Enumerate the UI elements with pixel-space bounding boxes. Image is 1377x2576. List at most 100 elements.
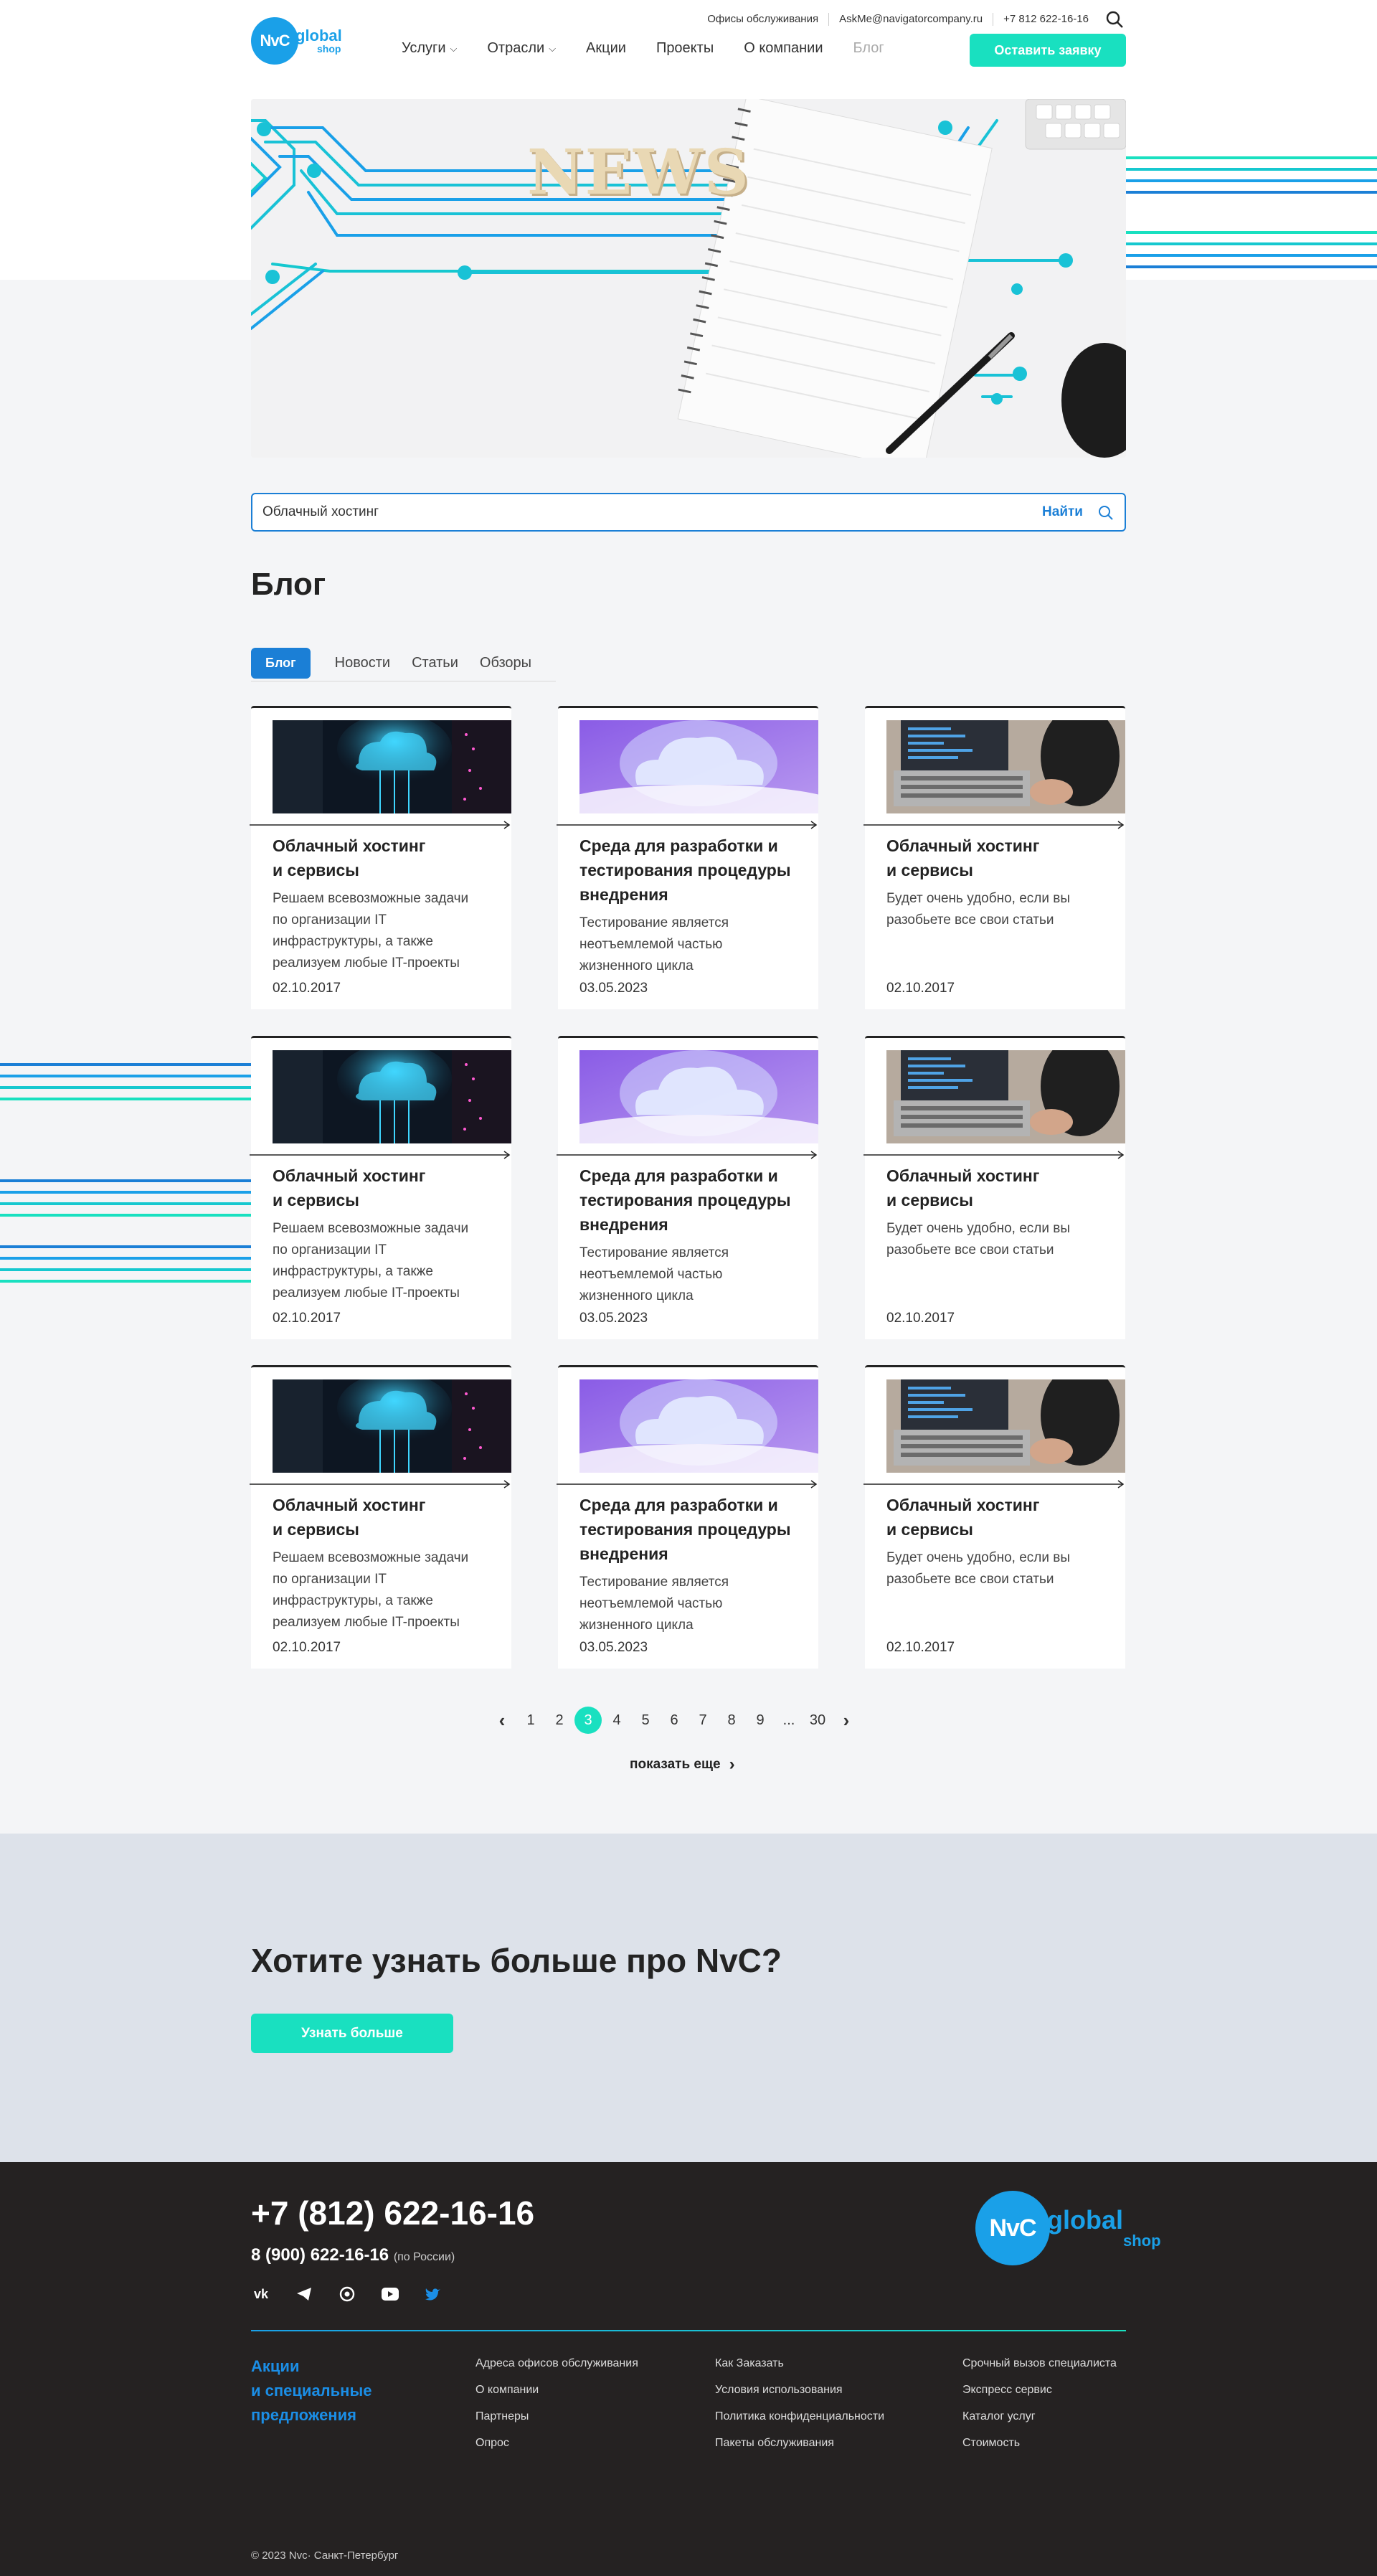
cta-title: Хотите узнать больше про NvC? — [251, 1942, 782, 1979]
header: NvC global shop Офисы обслуживания AskMe… — [251, 0, 1126, 67]
article-title[interactable]: Облачный хостинг и сервисы — [273, 1164, 502, 1212]
article-title[interactable]: Облачный хостинг и сервисы — [886, 1164, 1116, 1212]
article-thumbnail[interactable] — [579, 1050, 818, 1143]
page: NvC global shop Офисы обслуживания AskMe… — [0, 0, 1377, 2576]
footer-phone-russia[interactable]: 8 (900) 622-16-16 (по России) — [251, 2245, 455, 2265]
footer-link[interactable]: Срочный вызов специалиста — [962, 2357, 1117, 2384]
page-9[interactable]: 9 — [746, 1712, 775, 1729]
chevron-right-icon[interactable]: › — [832, 1709, 861, 1732]
tab-blog[interactable]: Блог — [251, 648, 311, 679]
logo-mark: NvC — [251, 17, 298, 65]
footer-link[interactable]: Условия использования — [715, 2384, 884, 2410]
page-30[interactable]: 30 — [803, 1712, 832, 1729]
article-thumbnail[interactable] — [886, 1379, 1125, 1473]
footer-link[interactable]: О компании — [475, 2384, 638, 2410]
tab-news[interactable]: Новости — [335, 655, 390, 671]
page-5[interactable]: 5 — [631, 1712, 660, 1729]
offices-link[interactable]: Офисы обслуживания — [697, 13, 828, 26]
pagination: ‹ 1 2 3 4 5 6 7 8 9 ... 30 › — [488, 1706, 889, 1735]
article-thumbnail[interactable] — [579, 720, 818, 813]
article-description: Будет очень удобно, если вы разобьете все… — [886, 1221, 1071, 1258]
page-3-current[interactable]: 3 — [574, 1707, 602, 1734]
leave-request-button[interactable]: Оставить заявку — [970, 34, 1126, 67]
tab-articles[interactable]: Статьи — [412, 655, 458, 671]
youtube-icon[interactable] — [380, 2284, 400, 2304]
page-4[interactable]: 4 — [602, 1712, 631, 1729]
article-card[interactable]: Облачный хостинг и сервисы Решаем всевозмо… — [250, 1036, 511, 1339]
article-card[interactable]: Облачный хостинг и сервисы Будет очень удо… — [863, 1036, 1125, 1339]
article-title[interactable]: Среда для разработки и тестирования проце… — [579, 1164, 809, 1237]
article-card[interactable]: Облачный хостинг и сервисы Решаем всевозмо… — [250, 706, 511, 1009]
article-title[interactable]: Облачный хостинг и сервисы — [273, 1493, 502, 1542]
search-icon[interactable] — [1097, 504, 1115, 522]
footer-link[interactable]: Стоимость — [962, 2437, 1117, 2463]
footer-link[interactable]: Как Заказать — [715, 2357, 884, 2384]
article-description: Тестирование является неотъемлемой частью… — [579, 1575, 729, 1633]
article-thumbnail[interactable] — [579, 1379, 818, 1473]
footer-promotions-link[interactable]: Акции и специальные предложения — [251, 2354, 394, 2428]
article-card[interactable]: Среда для разработки и тестирования проце… — [557, 1036, 818, 1339]
page-6[interactable]: 6 — [660, 1712, 688, 1729]
nav-services[interactable]: Услуги ⌵ — [402, 40, 457, 57]
footer: +7 (812) 622-16-16 8 (900) 622-16-16 (по… — [0, 2162, 1377, 2576]
article-date: 02.10.2017 — [886, 1640, 955, 1655]
article-card[interactable]: Среда для разработки и тестирования проце… — [557, 1365, 818, 1669]
article-title[interactable]: Облачный хостинг и сервисы — [886, 1493, 1116, 1542]
article-date: 02.10.2017 — [273, 1640, 341, 1655]
twitter-icon[interactable] — [423, 2284, 443, 2304]
article-card[interactable]: Облачный хостинг и сервисы Будет очень удо… — [863, 706, 1125, 1009]
page-2[interactable]: 2 — [545, 1712, 574, 1729]
arrow-right-icon — [557, 1480, 818, 1488]
footer-link[interactable]: Адреса офисов обслуживания — [475, 2357, 638, 2384]
article-title[interactable]: Среда для разработки и тестирования проце… — [579, 834, 809, 907]
arrow-right-icon — [863, 1151, 1125, 1159]
whatsapp-icon[interactable] — [337, 2284, 357, 2304]
footer-link[interactable]: Экспресс сервис — [962, 2384, 1117, 2410]
arrow-right-icon — [250, 1480, 511, 1488]
article-title[interactable]: Облачный хостинг и сервисы — [886, 834, 1116, 882]
social-links: vk — [251, 2284, 466, 2304]
nav-projects[interactable]: Проекты — [656, 40, 714, 57]
learn-more-button[interactable]: Узнать больше — [251, 2014, 453, 2053]
main-nav: Услуги ⌵ Отрасли ⌵ Акции Проекты О компани… — [402, 40, 914, 57]
nav-blog[interactable]: Блог — [853, 40, 884, 57]
article-card[interactable]: Облачный хостинг и сервисы Будет очень удо… — [863, 1365, 1125, 1669]
nav-promotions[interactable]: Акции — [586, 40, 626, 57]
article-thumbnail[interactable] — [273, 1050, 511, 1143]
logo[interactable]: NvC global shop — [251, 17, 342, 65]
page-7[interactable]: 7 — [688, 1712, 717, 1729]
nav-about[interactable]: О компании — [744, 40, 823, 57]
footer-link[interactable]: Политика конфиденциальности — [715, 2410, 884, 2437]
footer-link[interactable]: Пакеты обслуживания — [715, 2437, 884, 2463]
email-link[interactable]: AskMe@navigatorcompany.ru — [828, 13, 993, 26]
article-title[interactable]: Среда для разработки и тестирования проце… — [579, 1493, 809, 1566]
search-submit-button[interactable]: Найти — [1042, 504, 1083, 520]
article-card[interactable]: Облачный хостинг и сервисы Решаем всевозмо… — [250, 1365, 511, 1669]
article-card[interactable]: Среда для разработки и тестирования проце… — [557, 706, 818, 1009]
search-input[interactable] — [262, 503, 980, 522]
article-thumbnail[interactable] — [273, 1379, 511, 1473]
nav-industries[interactable]: Отрасли ⌵ — [487, 40, 556, 57]
search-icon[interactable] — [1104, 10, 1126, 29]
show-more-button[interactable]: показать еще › — [630, 1755, 735, 1775]
article-title[interactable]: Облачный хостинг и сервисы — [273, 834, 502, 882]
tab-reviews[interactable]: Обзоры — [480, 655, 531, 671]
arrow-right-icon — [250, 1151, 511, 1159]
footer-link[interactable]: Каталог услуг — [962, 2410, 1117, 2437]
vk-icon[interactable]: vk — [251, 2284, 271, 2304]
footer-link[interactable]: Партнеры — [475, 2410, 638, 2437]
footer-phone[interactable]: +7 (812) 622-16-16 — [251, 2194, 534, 2232]
telegram-icon[interactable] — [294, 2284, 314, 2304]
phone-link[interactable]: +7 812 622-16-16 — [993, 13, 1099, 26]
decorative-lines-right — [1126, 156, 1377, 268]
footer-link[interactable]: Опрос — [475, 2437, 638, 2463]
article-thumbnail[interactable] — [886, 720, 1125, 813]
chevron-left-icon[interactable]: ‹ — [488, 1709, 516, 1732]
page-8[interactable]: 8 — [717, 1712, 746, 1729]
article-thumbnail[interactable] — [273, 720, 511, 813]
article-thumbnail[interactable] — [886, 1050, 1125, 1143]
article-description: Решаем всевозможные задачи по организации… — [273, 1550, 469, 1630]
footer-logo[interactable]: NvC global shop — [975, 2191, 1161, 2265]
page-1[interactable]: 1 — [516, 1712, 545, 1729]
arrow-right-icon — [250, 821, 511, 829]
